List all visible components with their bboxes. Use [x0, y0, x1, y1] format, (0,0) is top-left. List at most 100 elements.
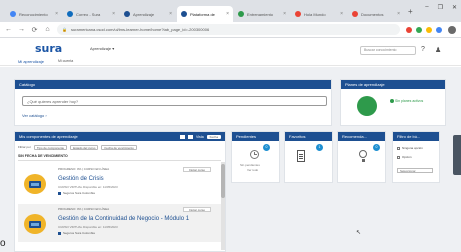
type-filter[interactable]: Tipo de componente	[33, 144, 68, 150]
tab-favicon-icon	[352, 11, 358, 17]
course-subtitle: CURSO VIRTUAL Disponible en: 11/05/2023	[58, 185, 118, 189]
profile-avatar[interactable]	[448, 25, 456, 34]
favorites-card: Favoritos 1	[284, 131, 333, 183]
lock-icon: 🔒	[62, 27, 67, 32]
course-owner: Seguros Sura Colombia	[58, 191, 95, 195]
course-title[interactable]: Gestión de Crisis	[58, 176, 104, 182]
url-field[interactable]: 🔒 suramericana.csod.com/ui/lms-learner-h…	[57, 24, 400, 35]
tab-favicon-icon	[238, 11, 244, 17]
close-icon[interactable]: ×	[169, 11, 172, 17]
catalog-title: Catálogo	[15, 80, 331, 89]
close-icon[interactable]: ×	[397, 11, 400, 17]
logo-tagline[interactable]: Mi aprendizaje	[18, 59, 44, 64]
browser-tab[interactable]: Correo - Sura ×	[63, 6, 119, 22]
view-catalog-link[interactable]: Ver catálogo ›	[22, 113, 47, 118]
tab-favicon-icon	[67, 11, 73, 17]
close-icon[interactable]: ×	[283, 11, 286, 17]
learning-plans-card: Planes de aprendizaje Sin planes activos	[340, 79, 446, 126]
filter-dropdown[interactable]: Seleccionar	[397, 168, 433, 173]
browser-tab[interactable]: Entrenamiento ×	[234, 6, 290, 22]
close-icon[interactable]: ×	[340, 11, 343, 17]
recommended-count-badge: 0	[373, 144, 380, 151]
browser-tab[interactable]: Aprendizaje ×	[120, 6, 176, 22]
due-date-filter[interactable]: Fecha de vencimiento	[101, 144, 137, 150]
browser-tab[interactable]: Documentos ×	[348, 6, 404, 22]
pending-caption: Sin pendientes	[240, 163, 260, 167]
minimize-icon[interactable]: –	[425, 4, 428, 11]
course-item[interactable]: PROGRESO: 0% | CURSO EN LÍNEA Gestión de…	[18, 164, 221, 202]
grid-view-icon[interactable]	[179, 134, 185, 139]
sura-logo[interactable]: sura	[35, 42, 62, 55]
plans-title: Planes de aprendizaje	[341, 80, 445, 89]
pending-card: Pendientes 0 Sin pendientes Ver todo	[231, 131, 280, 183]
browser-tab-active[interactable]: Plataforma de ×	[177, 6, 233, 22]
checkbox[interactable]	[397, 155, 400, 159]
filter-row: Filtrar por Tipo de componente Estado de…	[18, 144, 224, 150]
close-icon[interactable]: ×	[112, 11, 115, 17]
start-course-button[interactable]: Iniciar curso	[183, 207, 211, 212]
pending-view-all-link[interactable]: Ver todo	[247, 168, 258, 172]
help-icon[interactable]: ?	[421, 46, 425, 53]
status-dot-icon	[390, 99, 394, 104]
close-icon[interactable]: ×	[55, 11, 58, 17]
filter-title: Filtro de bú...	[393, 132, 439, 141]
catalog-search-input[interactable]: ¿Qué quieres aprender hoy?	[22, 96, 327, 106]
catalog-card: Catálogo ¿Qué quieres aprender hoy? Ver …	[14, 79, 332, 126]
user-icon[interactable]: ♟	[435, 46, 441, 54]
favorites-title: Favoritos	[285, 132, 332, 141]
owner-icon	[58, 231, 61, 235]
checkbox[interactable]	[397, 146, 400, 150]
search-filter-card: Filtro de bú... Ninguna opción Opción Se…	[392, 131, 440, 183]
address-bar: ← → ⟳ ⌂ 🔒 suramericana.csod.com/ui/lms-l…	[0, 22, 461, 38]
site-search-input[interactable]: Buscar conocimiento	[360, 46, 416, 55]
list-view-icon[interactable]	[187, 134, 193, 139]
document-icon	[297, 150, 305, 162]
course-item[interactable]: PROGRESO: 0% | CURSO EN LÍNEA Gestión de…	[18, 204, 221, 242]
recommended-title: Recomenda...	[338, 132, 385, 141]
forward-icon[interactable]: →	[18, 26, 25, 33]
feedback-side-tab[interactable]	[453, 135, 461, 175]
my-learning-components-card: Mis componentes de aprendizaje Vista Fec…	[14, 131, 226, 252]
tab-favicon-icon	[181, 11, 187, 17]
account-link[interactable]: Mi cuenta	[58, 59, 73, 63]
filter-option[interactable]: Ninguna opción	[397, 146, 423, 150]
status-filter[interactable]: Estado del curso	[70, 144, 99, 150]
scrollbar-thumb[interactable]	[221, 164, 225, 198]
course-icon	[24, 174, 46, 194]
clock-icon	[250, 150, 259, 159]
browser-tab[interactable]: Hola Mundo ×	[291, 6, 347, 22]
pending-count-badge: 0	[263, 144, 270, 151]
close-icon[interactable]: ×	[226, 11, 229, 17]
back-icon[interactable]: ←	[5, 26, 12, 33]
learning-nav-menu[interactable]: Aprendizaje ▾	[90, 46, 114, 51]
new-tab-button[interactable]: +	[408, 7, 413, 16]
plan-status-text: Sin planes activos	[390, 99, 423, 104]
browser-tab[interactable]: Reconocimiento ×	[6, 6, 62, 22]
components-title: Mis componentes de aprendizaje	[19, 134, 78, 139]
tab-favicon-icon	[124, 11, 130, 17]
view-label: Vista	[195, 134, 204, 139]
extension-icon[interactable]	[436, 26, 442, 33]
maximize-icon[interactable]: ❐	[438, 4, 443, 11]
extension-icons	[406, 26, 442, 33]
course-meta: PROGRESO: 0% | CURSO EN LÍNEA	[58, 167, 110, 171]
home-icon[interactable]: ⌂	[44, 26, 51, 33]
browser-tab-bar: Reconocimiento × Correo - Sura × Aprendiza…	[0, 0, 461, 22]
extension-icon[interactable]	[416, 26, 422, 33]
extension-icon[interactable]	[426, 26, 432, 33]
extension-icon[interactable]	[406, 26, 412, 33]
course-title[interactable]: Gestión de la Continuidad de Negocio - M…	[58, 216, 189, 222]
reload-icon[interactable]: ⟳	[31, 26, 38, 34]
site-header: sura Mi aprendizaje Mi cuenta Aprendizaj…	[0, 38, 461, 66]
mouse-pointer-icon: ↖	[356, 230, 362, 236]
section-heading: SIN FECHA DE VENCIMIENTO	[18, 154, 221, 161]
close-window-icon[interactable]: ✕	[452, 4, 457, 11]
favorites-count-badge: 1	[316, 144, 323, 151]
filter-label: Filtrar por	[18, 145, 31, 149]
start-course-button[interactable]: Iniciar curso	[183, 167, 211, 172]
sort-select[interactable]: Fecha	[206, 134, 221, 139]
pending-title: Pendientes	[232, 132, 279, 141]
filter-option[interactable]: Opción	[397, 155, 412, 159]
course-meta: PROGRESO: 0% | CURSO EN LÍNEA	[58, 207, 110, 211]
recommended-card: Recomenda... 0	[337, 131, 386, 183]
